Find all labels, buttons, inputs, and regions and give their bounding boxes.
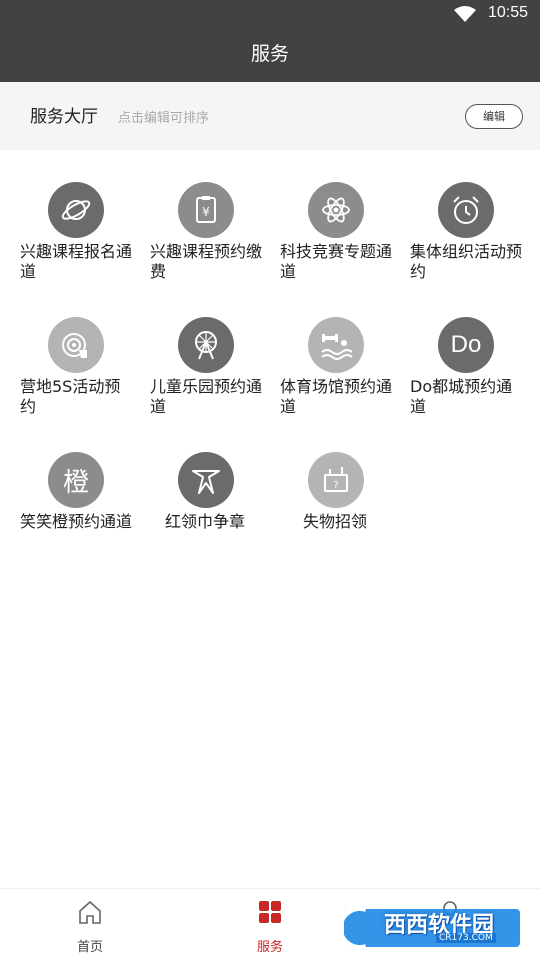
service-label: 营地5S活动预约 (20, 377, 121, 416)
service-item[interactable]: 营地5S活动预约 (0, 285, 130, 416)
service-label: 科技竞赛专题通道 (280, 242, 393, 281)
edit-button[interactable]: 编辑 (465, 104, 523, 129)
service-item[interactable]: 集体组织活动预约 (390, 150, 522, 281)
service-label: 兴趣课程报名通道 (20, 242, 133, 281)
section-header: 服务大厅 点击编辑可排序 编辑 (0, 82, 540, 150)
planet-icon (48, 182, 104, 238)
service-item[interactable]: ¥ 兴趣课程预约缴费 (130, 150, 262, 281)
lost-box-icon: ? (308, 452, 364, 508)
scarf-icon (178, 452, 234, 508)
receipt-yen-icon: ¥ (178, 182, 234, 238)
sports-swim-icon (308, 317, 364, 373)
service-item[interactable]: 橙 笑笑橙预约通道 (0, 420, 133, 540)
service-label: Do都城预约通道 (410, 377, 513, 416)
service-label: 体育场馆预约通道 (280, 377, 393, 416)
service-item[interactable]: 体育场馆预约通道 (260, 285, 392, 416)
service-item[interactable]: 红领巾争章 (130, 420, 260, 540)
target-hand-icon (48, 317, 104, 373)
status-bar: 10:55 (0, 0, 540, 28)
service-item[interactable]: 科技竞赛专题通道 (260, 150, 392, 281)
svg-text:¥: ¥ (202, 205, 210, 219)
service-item[interactable]: ? 失物招领 (260, 420, 390, 540)
ferris-wheel-icon (178, 317, 234, 373)
service-item[interactable]: Do Do都城预约通道 (390, 285, 520, 416)
service-label: 失物招领 (302, 512, 367, 531)
page-title: 服务 (0, 28, 540, 82)
section-title: 服务大厅 (30, 107, 98, 127)
service-label: 儿童乐园预约通道 (150, 377, 263, 416)
svg-text:?: ? (333, 480, 338, 491)
service-item[interactable]: 兴趣课程报名通道 (0, 150, 132, 281)
tab-home[interactable]: 首页 (40, 889, 140, 961)
do-icon: Do (438, 317, 494, 373)
grid-icon (259, 901, 281, 923)
section-hint: 点击编辑可排序 (118, 111, 210, 126)
atom-icon (308, 182, 364, 238)
wifi-icon (454, 6, 476, 22)
tab-label: 首页 (76, 940, 103, 955)
status-time: 10:55 (487, 4, 528, 21)
service-item[interactable]: 儿童乐园预约通道 (130, 285, 262, 416)
service-label: 笑笑橙预约通道 (20, 512, 133, 531)
service-label: 红领巾争章 (164, 512, 245, 531)
cheng-icon: 橙 (48, 452, 104, 508)
home-icon (79, 900, 101, 924)
tab-label: 服务 (256, 940, 283, 955)
alarm-clock-icon (438, 182, 494, 238)
tab-service[interactable]: 服务 (220, 889, 320, 961)
service-label: 集体组织活动预约 (410, 242, 523, 281)
watermark-subtext: CR173.COM (436, 933, 496, 943)
service-label: 兴趣课程预约缴费 (150, 242, 263, 281)
watermark-logo: 西西软件园 CR173.COM (338, 903, 522, 951)
